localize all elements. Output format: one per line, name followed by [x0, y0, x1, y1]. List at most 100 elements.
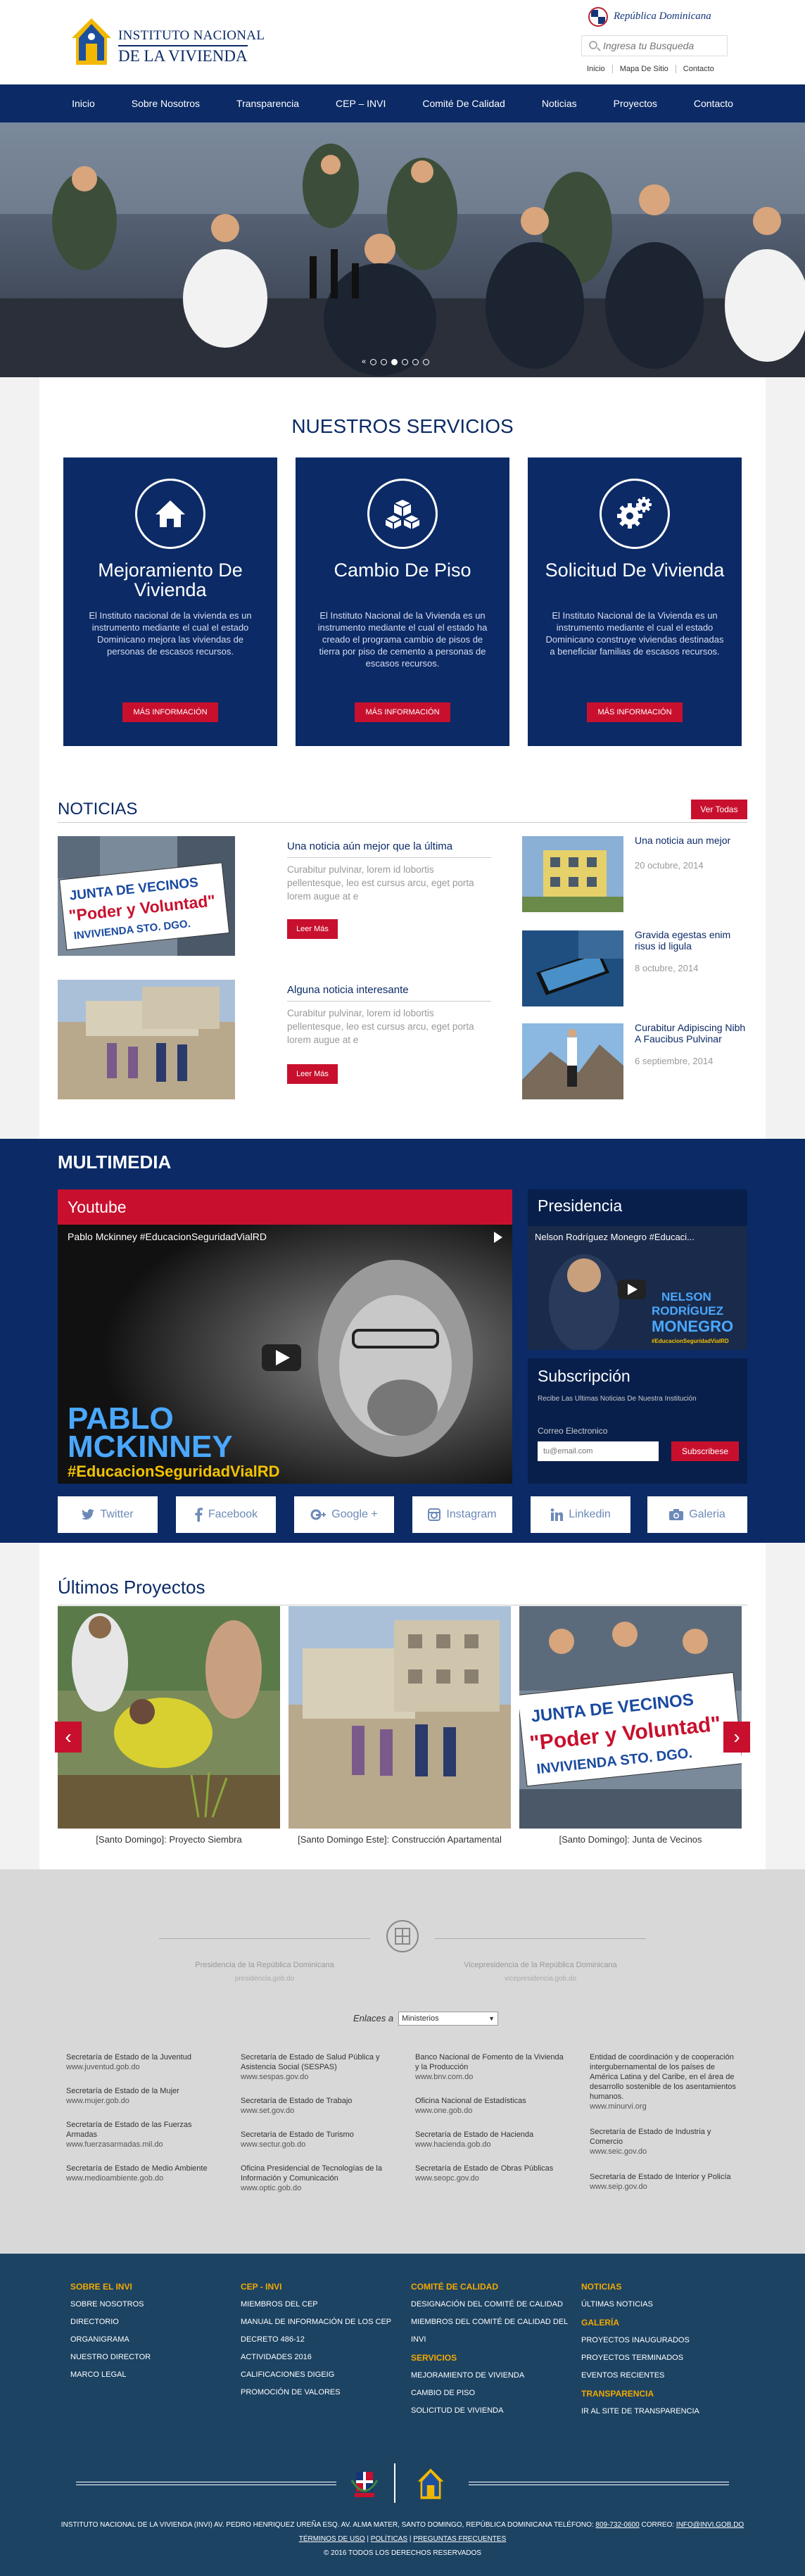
leer-mas-button[interactable]: Leer Más: [287, 1064, 338, 1084]
gov-link-item[interactable]: Secretaría de Estado de Obras Públicas ww…: [415, 2164, 567, 2183]
nav-sobre-nosotros[interactable]: Sobre Nosotros: [113, 84, 218, 122]
side-news-title[interactable]: Una noticia aun mejor: [635, 835, 747, 846]
vicepresidencia-url[interactable]: vicepresidencia.gob.do: [435, 1975, 646, 1983]
social-galeria[interactable]: Galeria: [647, 1496, 747, 1533]
footer-link[interactable]: MARCO LEGAL: [70, 2366, 225, 2384]
slider-dot[interactable]: [423, 358, 430, 365]
gov-link-item[interactable]: Entidad de coordinación y de cooperación…: [590, 2052, 742, 2111]
project-caption[interactable]: [Santo Domingo Este]: Construcción Apart…: [289, 1834, 511, 1845]
project-image-siembra[interactable]: [58, 1606, 280, 1829]
side-news-title[interactable]: Curabitur Adipiscing Nibh A Faucibus Pul…: [635, 1022, 747, 1044]
social-googleplus[interactable]: Google +: [294, 1496, 394, 1533]
footer-link[interactable]: PROYECTOS INAUGURADOS: [581, 2332, 743, 2349]
footer-link[interactable]: MEJORAMIENTO DE VIVIENDA: [411, 2367, 573, 2385]
project-caption[interactable]: [Santo Domingo]: Junta de Vecinos: [519, 1834, 742, 1845]
preguntas-link[interactable]: PREGUNTAS FRECUENTES: [413, 2535, 506, 2543]
search-input[interactable]: [603, 39, 723, 53]
news-image-junta[interactable]: JUNTA DE VECINOS "Poder y Voluntad" INVI…: [58, 836, 235, 956]
mas-informacion-button[interactable]: MÁS INFORMACIÓN: [122, 702, 218, 722]
footer-link[interactable]: ACTIVIDADES 2016: [241, 2349, 402, 2366]
presidencia-link[interactable]: Presidencia de la República Dominicana: [159, 1961, 370, 1969]
politicas-link[interactable]: POLÍTICAS: [371, 2535, 407, 2543]
news-item-title[interactable]: Una noticia aún mejor que la última: [287, 840, 491, 852]
terminos-link[interactable]: TÉRMINOS DE USO: [299, 2535, 365, 2543]
mas-informacion-button[interactable]: MÁS INFORMACIÓN: [587, 702, 683, 722]
nav-proyectos[interactable]: Proyectos: [595, 84, 676, 122]
nav-inicio[interactable]: Inicio: [53, 84, 113, 122]
nav-noticias[interactable]: Noticias: [524, 84, 595, 122]
slider-dot[interactable]: [402, 358, 409, 365]
project-caption[interactable]: [Santo Domingo]: Proyecto Siembra: [58, 1834, 280, 1845]
footer-link[interactable]: DIRECTORIO: [70, 2313, 225, 2331]
footer-link[interactable]: MIEMBROS DEL COMITÉ DE CALIDAD DEL INVI: [411, 2313, 573, 2349]
nav-cep-invi[interactable]: CEP – INVI: [317, 84, 404, 122]
youtube-video-player[interactable]: Pablo Mckinney #EducacionSeguridadVialRD…: [58, 1225, 512, 1484]
leer-mas-button[interactable]: Leer Más: [287, 919, 338, 939]
gov-link-item[interactable]: Banco Nacional de Fomento de la Vivienda…: [415, 2052, 567, 2082]
top-link-contacto[interactable]: Contacto: [676, 65, 721, 73]
vicepresidencia-link[interactable]: Vicepresidencia de la República Dominica…: [435, 1961, 646, 1969]
gov-link-item[interactable]: Oficina Presidencial de Tecnologías de l…: [241, 2164, 393, 2193]
carousel-prev-button[interactable]: ‹: [55, 1722, 82, 1753]
mas-informacion-button[interactable]: MÁS INFORMACIÓN: [355, 702, 450, 722]
social-instagram[interactable]: Instagram: [412, 1496, 512, 1533]
presidencia-video-player[interactable]: Nelson Rodríguez Monegro #Educaci... NEL…: [528, 1226, 747, 1350]
ver-todas-button[interactable]: Ver Todas: [691, 800, 747, 819]
subscribe-button[interactable]: Subscribese: [671, 1441, 739, 1461]
nav-comite-calidad[interactable]: Comité De Calidad: [404, 84, 524, 122]
phone-link[interactable]: 809-732-0600: [595, 2521, 639, 2529]
footer-link[interactable]: CAMBIO DE PISO: [411, 2385, 573, 2402]
news-image-viviendas[interactable]: [58, 980, 235, 1099]
footer-link[interactable]: DESIGNACIÓN DEL COMITÉ DE CALIDAD: [411, 2296, 573, 2313]
gov-link-item[interactable]: Secretaría de Estado de las Fuerzas Arma…: [66, 2120, 218, 2149]
social-twitter[interactable]: Twitter: [58, 1496, 158, 1533]
slider-dot-active[interactable]: [391, 358, 398, 365]
footer-link[interactable]: MANUAL DE INFORMACIÓN DE LOS CEP: [241, 2313, 402, 2331]
news-thumb-tablet[interactable]: [522, 930, 623, 1006]
footer-link[interactable]: EVENTOS RECIENTES: [581, 2367, 743, 2385]
social-linkedin[interactable]: Linkedin: [531, 1496, 630, 1533]
gov-link-item[interactable]: Secretaría de Estado de Interior y Polic…: [590, 2172, 742, 2192]
email-field[interactable]: [538, 1441, 659, 1461]
project-image-junta[interactable]: JUNTA DE VECINOS "Poder y Voluntad" INVI…: [519, 1606, 742, 1829]
footer-link[interactable]: PROMOCIÓN DE VALORES: [241, 2384, 402, 2401]
gov-link-item[interactable]: Secretaría de Estado de Medio Ambiente ww…: [66, 2164, 218, 2183]
slider-dot[interactable]: [381, 358, 388, 365]
carousel-next-button[interactable]: ›: [723, 1722, 750, 1753]
footer-link[interactable]: CALIFICACIONES DIGEIG: [241, 2366, 402, 2384]
footer-link[interactable]: DECRETO 486-12: [241, 2331, 402, 2349]
news-item-title[interactable]: Alguna noticia interesante: [287, 984, 491, 996]
top-link-inicio[interactable]: Inicio: [580, 65, 613, 73]
footer-link[interactable]: IR AL SITE DE TRANSPARENCIA: [581, 2403, 743, 2420]
top-link-mapa[interactable]: Mapa De Sitio: [613, 65, 676, 73]
gov-link-item[interactable]: Secretaría de Estado de la Juventud www.j…: [66, 2052, 218, 2072]
enlaces-select[interactable]: Ministerios ▼: [398, 2012, 498, 2026]
slider-dot[interactable]: [370, 358, 377, 365]
news-thumb-mountain[interactable]: [522, 1023, 623, 1099]
nav-transparencia[interactable]: Transparencia: [218, 84, 317, 122]
footer-link[interactable]: SOBRE NOSOTROS: [70, 2296, 225, 2313]
side-news-title[interactable]: Gravida egestas enim risus id ligula: [635, 929, 747, 952]
social-facebook[interactable]: Facebook: [176, 1496, 276, 1533]
gov-link-item[interactable]: Secretaría de Estado de Industria y Come…: [590, 2127, 742, 2157]
footer-link[interactable]: MIEMBROS DEL CEP: [241, 2296, 402, 2313]
gov-link-item[interactable]: Secretaría de Estado de Turismo www.sectu…: [241, 2130, 393, 2149]
invi-logo[interactable]: INSTITUTO NACIONAL DE LA VIVIENDA: [70, 17, 274, 68]
footer-link[interactable]: PROYECTOS TERMINADOS: [581, 2349, 743, 2367]
slider-dot[interactable]: [412, 358, 419, 365]
republica-dominicana-badge[interactable]: República Dominicana: [588, 7, 729, 27]
footer-link[interactable]: NUESTRO DIRECTOR: [70, 2349, 225, 2366]
project-image-apartamental[interactable]: [289, 1606, 511, 1829]
email-link[interactable]: INFO@INVI.GOB.DO: [676, 2521, 744, 2529]
hero-slider[interactable]: [0, 122, 805, 377]
nav-contacto[interactable]: Contacto: [676, 84, 752, 122]
gov-link-item[interactable]: Oficina Nacional de Estadísticas www.one.…: [415, 2096, 567, 2116]
search-icon[interactable]: [589, 41, 597, 49]
news-thumb-building[interactable]: [522, 836, 623, 912]
footer-link[interactable]: ÚLTIMAS NOTICIAS: [581, 2296, 743, 2313]
gov-link-item[interactable]: Secretaría de Estado de Hacienda www.haci…: [415, 2130, 567, 2149]
footer-link[interactable]: SOLICITUD DE VIVIENDA: [411, 2402, 573, 2420]
slider-prev-arrow[interactable]: «: [362, 358, 366, 366]
gov-link-item[interactable]: Secretaría de Estado de la Mujer www.muje…: [66, 2086, 218, 2106]
presidencia-url[interactable]: presidencia.gob.do: [159, 1975, 370, 1983]
